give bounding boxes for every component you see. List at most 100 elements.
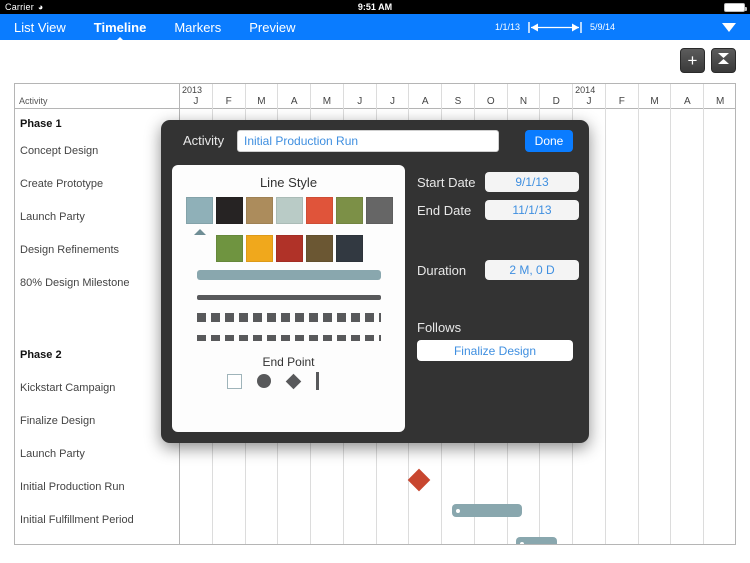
month-letter: O bbox=[486, 96, 495, 107]
color-swatch[interactable] bbox=[246, 235, 273, 262]
activity-column-header: Activity bbox=[15, 84, 180, 109]
follows-label: Follows bbox=[417, 320, 462, 335]
end-point-square-icon[interactable] bbox=[227, 373, 242, 389]
color-swatch[interactable] bbox=[246, 197, 273, 224]
color-swatch[interactable] bbox=[216, 197, 243, 224]
color-swatch[interactable] bbox=[306, 197, 333, 224]
date-range-controls: 1/1/13 5/9/14 bbox=[495, 14, 750, 40]
activity-field-label: Activity bbox=[183, 133, 225, 148]
month-letter: M bbox=[715, 96, 725, 107]
line-sample-dash-narrow[interactable] bbox=[197, 335, 381, 341]
range-end-date[interactable]: 5/9/14 bbox=[590, 22, 615, 32]
month-letter: N bbox=[519, 96, 528, 107]
collapse-rows-icon bbox=[716, 51, 731, 71]
month-letter: J bbox=[586, 96, 592, 107]
nav-tabs: List View Timeline Markers Preview bbox=[14, 14, 324, 40]
month-letter: J bbox=[193, 96, 199, 107]
toolbar: + bbox=[680, 48, 736, 73]
color-swatch[interactable] bbox=[276, 235, 303, 262]
gantt-grid-column bbox=[639, 109, 672, 544]
month-header-cell: M bbox=[639, 84, 672, 109]
plus-icon: + bbox=[687, 51, 698, 70]
activity-phase-label[interactable]: Phase 2 bbox=[20, 349, 62, 361]
color-swatch[interactable] bbox=[336, 235, 363, 262]
gantt-bar-initial-production-run[interactable] bbox=[452, 504, 522, 517]
follows-value-button[interactable]: Finalize Design bbox=[417, 340, 573, 361]
activity-row-label[interactable]: Initial Production Run bbox=[20, 481, 125, 493]
month-header-cell: M bbox=[311, 84, 344, 109]
line-sample-solid-thick[interactable] bbox=[197, 270, 381, 280]
month-header-cell: 2013 J bbox=[180, 84, 213, 109]
activity-row-label[interactable]: Concept Design bbox=[20, 145, 98, 157]
tab-timeline[interactable]: Timeline bbox=[94, 20, 147, 35]
color-swatch[interactable] bbox=[276, 197, 303, 224]
month-header-cell: O bbox=[475, 84, 508, 109]
chevron-down-icon[interactable] bbox=[722, 22, 736, 32]
dialog-header: Activity Done bbox=[161, 120, 589, 165]
activity-row-label[interactable]: Create Prototype bbox=[20, 178, 103, 190]
end-point-options bbox=[227, 372, 319, 390]
color-swatch[interactable] bbox=[336, 197, 363, 224]
activity-row-label[interactable]: Kickstart Campaign bbox=[20, 382, 115, 394]
line-style-panel: Line Style End Point bbox=[172, 165, 405, 432]
activity-header-label: Activity bbox=[19, 96, 48, 106]
bar-start-dot bbox=[456, 508, 460, 513]
color-swatch[interactable] bbox=[366, 197, 393, 224]
activity-row-label[interactable]: Launch Party bbox=[20, 211, 85, 223]
month-letter: A bbox=[684, 96, 691, 107]
color-swatch[interactable] bbox=[306, 235, 333, 262]
month-letter: F bbox=[225, 96, 232, 107]
gantt-grid-column bbox=[606, 109, 639, 544]
year-label: 2014 bbox=[575, 85, 596, 95]
navigation-bar: List View Timeline Markers Preview 1/1/1… bbox=[0, 14, 750, 40]
duration-value[interactable]: 2 M, 0 D bbox=[485, 260, 579, 280]
line-sample-solid-thin[interactable] bbox=[197, 295, 381, 300]
tab-preview[interactable]: Preview bbox=[249, 20, 295, 35]
end-point-diamond-icon[interactable] bbox=[285, 373, 302, 389]
start-date-label: Start Date bbox=[417, 175, 476, 190]
end-date-value[interactable]: 11/1/13 bbox=[485, 200, 579, 220]
gantt-grid-column bbox=[671, 109, 705, 544]
color-swatch[interactable] bbox=[186, 197, 213, 224]
end-date-label: End Date bbox=[417, 203, 472, 218]
gantt-grid-column bbox=[704, 109, 735, 544]
tab-markers[interactable]: Markers bbox=[174, 20, 221, 35]
month-letter: J bbox=[389, 96, 395, 107]
range-start-date[interactable]: 1/1/13 bbox=[495, 22, 520, 32]
activity-row-label[interactable]: 80% Design Milestone bbox=[20, 277, 129, 289]
activity-row-label[interactable]: Finalize Design bbox=[20, 415, 95, 427]
activity-row-label[interactable]: Launch Party bbox=[20, 448, 85, 460]
gantt-header: Activity 2013 J F M A M J J A S O N D 2014 J F M A M bbox=[15, 84, 735, 109]
tab-list-view[interactable]: List View bbox=[14, 20, 66, 35]
month-letter: A bbox=[290, 96, 298, 107]
month-header-cell: 2014 J bbox=[573, 84, 606, 109]
add-activity-button[interactable]: + bbox=[680, 48, 705, 73]
month-header-cell: S bbox=[442, 84, 475, 109]
color-swatch[interactable] bbox=[216, 235, 243, 262]
status-time: 9:51 AM bbox=[357, 2, 393, 12]
month-header-cell: F bbox=[213, 84, 246, 109]
month-header-cell: A bbox=[278, 84, 312, 109]
activity-row-label[interactable]: Design Refinements bbox=[20, 244, 119, 256]
month-header-cell: F bbox=[606, 84, 639, 109]
month-letter: S bbox=[454, 96, 462, 107]
month-header-cell: M bbox=[704, 84, 735, 109]
end-point-circle-icon[interactable] bbox=[257, 374, 271, 388]
end-point-bar-icon[interactable] bbox=[316, 372, 319, 390]
line-style-title: Line Style bbox=[259, 175, 318, 190]
activity-column: Phase 1 Concept Design Create Prototype Lau… bbox=[15, 109, 180, 544]
selected-swatch-caret bbox=[194, 229, 206, 235]
done-button[interactable]: Done bbox=[525, 130, 573, 152]
activity-row-label[interactable]: Initial Fulfillment Period bbox=[20, 514, 134, 526]
month-header-cell: J bbox=[344, 84, 377, 109]
activity-name-input[interactable] bbox=[237, 130, 499, 152]
month-letter: D bbox=[552, 96, 560, 107]
start-date-value[interactable]: 9/1/13 bbox=[485, 172, 579, 192]
collapse-rows-button[interactable] bbox=[711, 48, 736, 73]
activity-phase-label[interactable]: Phase 1 bbox=[20, 118, 62, 130]
line-sample-dash-wide[interactable] bbox=[197, 313, 381, 322]
range-arrows-icon[interactable] bbox=[527, 21, 583, 34]
bar-start-dot bbox=[520, 541, 524, 544]
month-letter: A bbox=[421, 96, 429, 107]
gantt-bar-initial-fulfillment-period[interactable] bbox=[516, 537, 557, 544]
